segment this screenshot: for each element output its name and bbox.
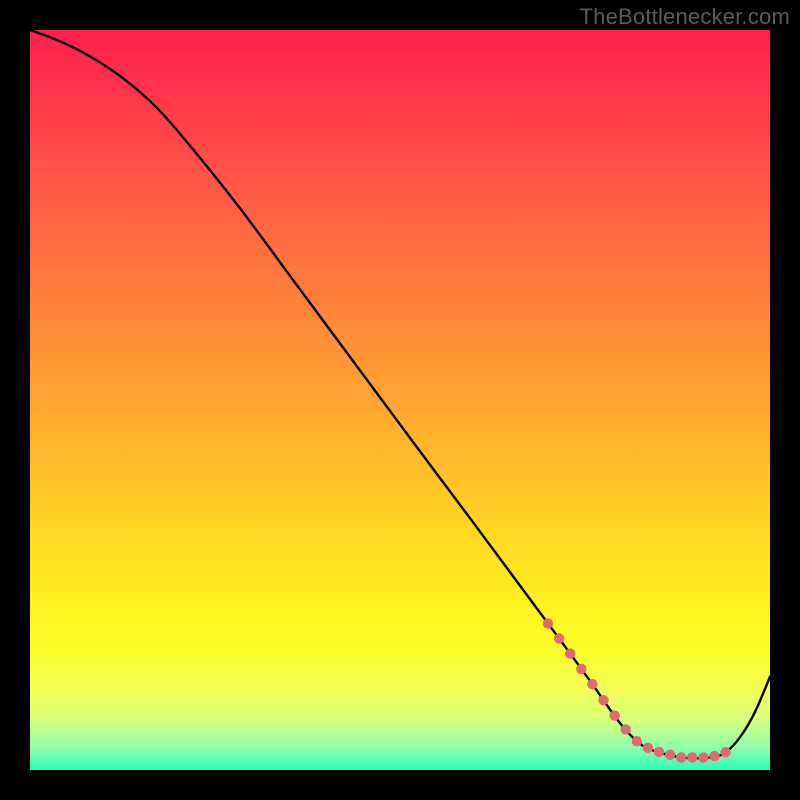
plot-area bbox=[30, 30, 770, 770]
curve-dot bbox=[554, 633, 564, 643]
curve-dots bbox=[543, 618, 731, 762]
curve-dot bbox=[632, 736, 642, 746]
curve-dot bbox=[543, 618, 553, 628]
curve-dot bbox=[676, 752, 686, 762]
curve-dot bbox=[698, 752, 708, 762]
curve-dot bbox=[654, 747, 664, 757]
curve-dot bbox=[587, 679, 597, 689]
curve-dot bbox=[665, 749, 675, 759]
curve-dot bbox=[576, 664, 586, 674]
curve-dot bbox=[643, 743, 653, 753]
curve-dot bbox=[621, 724, 631, 734]
curve-dot bbox=[720, 747, 730, 757]
chart-stage: TheBottlenecker.com bbox=[0, 0, 800, 800]
curve-dot bbox=[565, 648, 575, 658]
curve-layer bbox=[30, 30, 770, 770]
curve-dot bbox=[609, 710, 619, 720]
watermark: TheBottlenecker.com bbox=[580, 4, 790, 30]
curve-dot bbox=[709, 751, 719, 761]
curve-dot bbox=[687, 752, 697, 762]
curve-path bbox=[30, 30, 770, 758]
curve-dot bbox=[598, 695, 608, 705]
